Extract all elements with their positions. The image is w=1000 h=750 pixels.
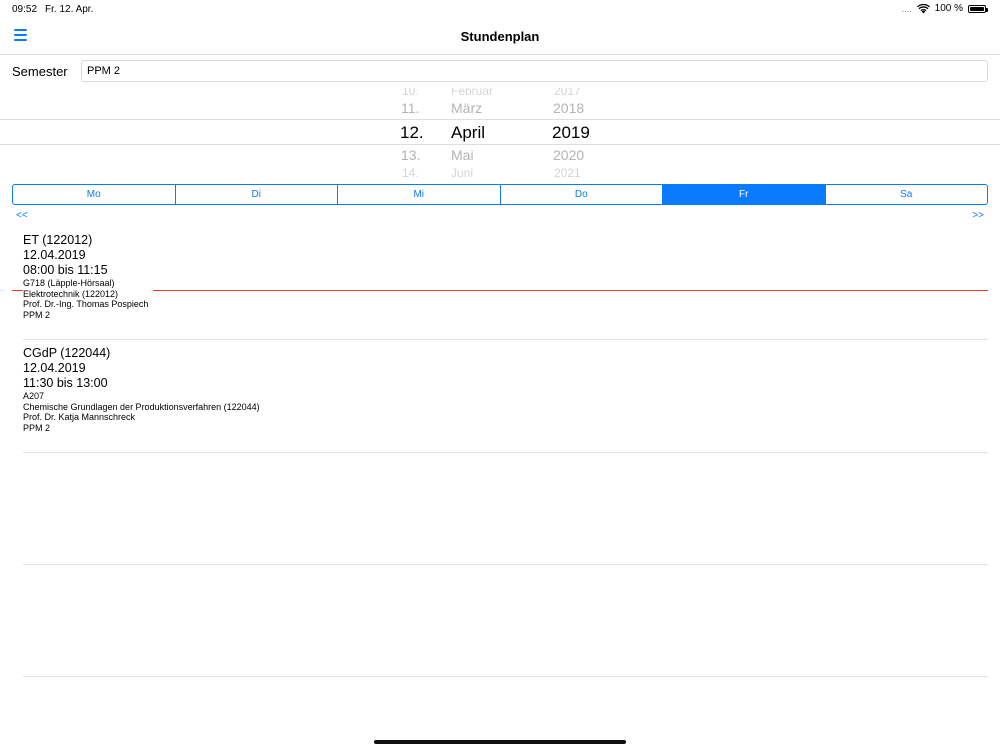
picker-selection-bottom-line bbox=[0, 144, 1000, 145]
picker-month-above2: Februar bbox=[451, 88, 494, 98]
signal-icon: .... bbox=[901, 3, 912, 14]
lesson-lecturer: Prof. Dr.-Ing. Thomas Pospiech bbox=[23, 299, 149, 309]
weekday-tab-sa[interactable]: Sa bbox=[826, 185, 988, 204]
picker-day-below: 13. bbox=[401, 147, 421, 163]
picker-day-above2: 10. bbox=[402, 88, 419, 98]
home-indicator[interactable] bbox=[374, 740, 626, 744]
picker-year-above2: 2017 bbox=[554, 88, 581, 98]
empty-row-separator bbox=[23, 676, 988, 677]
lesson-room: A207 bbox=[23, 391, 45, 401]
lesson-group: PPM 2 bbox=[23, 309, 51, 320]
picker-year-below: 2020 bbox=[553, 147, 585, 163]
picker-selection-top-line bbox=[0, 119, 1000, 120]
weekday-segmented-control: Mo Di Mi Do Fr Sa bbox=[12, 184, 988, 205]
battery-icon bbox=[968, 4, 988, 13]
picker-day-below2: 14. bbox=[402, 166, 419, 178]
lesson-time: 11:30 bis 13:00 bbox=[23, 376, 108, 390]
picker-day-selected: 12. bbox=[400, 123, 424, 142]
status-indicators: .... 100 % bbox=[901, 3, 988, 14]
next-week-button[interactable]: >> bbox=[972, 210, 984, 221]
battery-percent: 100 % bbox=[934, 3, 963, 14]
current-time-line bbox=[12, 290, 23, 291]
weekday-tab-fr[interactable]: Fr bbox=[663, 185, 826, 204]
picker-month-selected: April bbox=[451, 123, 486, 142]
wifi-icon bbox=[916, 3, 930, 13]
date-picker[interactable]: 10. 11. 12. 13. 14. Februar März April M… bbox=[0, 88, 1000, 178]
picker-month-below2: Juni bbox=[451, 166, 474, 178]
weekday-tab-di[interactable]: Di bbox=[176, 185, 338, 204]
semester-input[interactable] bbox=[81, 60, 988, 82]
lesson-course: Elektrotechnik (122012) bbox=[23, 288, 119, 299]
lesson-time: 08:00 bis 11:15 bbox=[23, 263, 108, 277]
lesson-course: Chemische Grundlagen der Produktionsverf… bbox=[23, 401, 260, 412]
picker-year-above: 2018 bbox=[553, 100, 585, 116]
empty-row-separator bbox=[23, 564, 988, 565]
lesson-lecturer: Prof. Dr. Katja Mannschreck bbox=[23, 412, 136, 422]
weekday-tab-mo[interactable]: Mo bbox=[13, 185, 176, 204]
status-time: 09:52 bbox=[12, 4, 38, 15]
current-time-line bbox=[153, 290, 988, 291]
status-bar: 09:52 Fr. 12. Apr. .... 100 % bbox=[0, 0, 1000, 20]
weekday-tab-do[interactable]: Do bbox=[501, 185, 663, 204]
lesson-room: G718 (Läpple-Hörsaal) bbox=[23, 278, 115, 288]
picker-day-above: 11. bbox=[401, 100, 420, 116]
previous-week-button[interactable]: << bbox=[16, 210, 28, 221]
weekday-tab-mi[interactable]: Mi bbox=[338, 185, 501, 204]
lesson-title: ET (122012) bbox=[23, 233, 93, 247]
picker-year-selected: 2019 bbox=[552, 123, 590, 142]
picker-month-below: Mai bbox=[451, 147, 474, 163]
lesson-date: 12.04.2019 bbox=[23, 361, 86, 375]
lesson-row[interactable]: CGdP (122044) 12.04.2019 11:30 bis 13:00… bbox=[23, 340, 988, 453]
lesson-date: 12.04.2019 bbox=[23, 248, 86, 262]
navigation-bar: Stundenplan bbox=[0, 20, 1000, 55]
semester-label: Semester bbox=[12, 64, 68, 79]
lesson-row[interactable]: ET (122012) 12.04.2019 08:00 bis 11:15 G… bbox=[23, 227, 988, 340]
page-title: Stundenplan bbox=[460, 29, 540, 44]
picker-year-below2: 2021 bbox=[554, 166, 581, 178]
status-date: Fr. 12. Apr. bbox=[45, 4, 94, 15]
picker-month-above: März bbox=[451, 100, 483, 116]
lesson-title: CGdP (122044) bbox=[23, 346, 111, 360]
lesson-group: PPM 2 bbox=[23, 422, 51, 433]
